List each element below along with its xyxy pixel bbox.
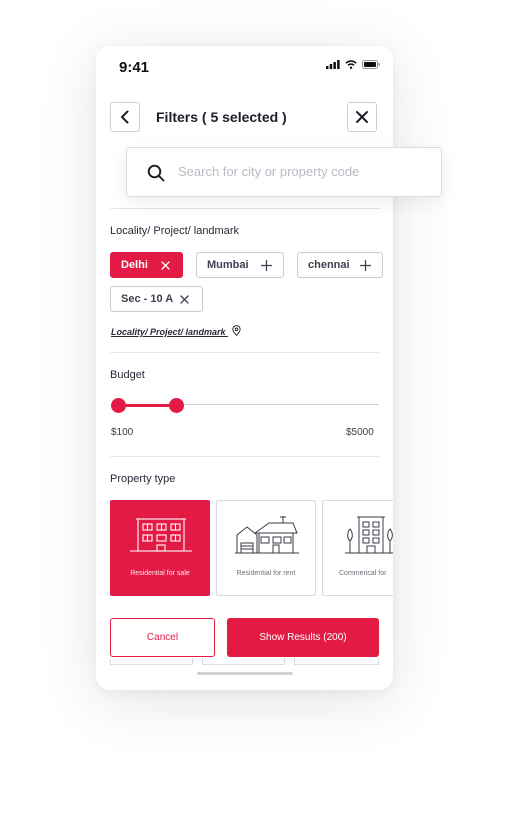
show-results-button[interactable]: Show Results (200) [227,618,379,657]
property-type-option-label: Residential for rent [236,570,296,577]
divider [110,208,379,209]
property-type-residential-rent[interactable]: Residential for rent [216,500,316,596]
location-pin-icon [232,325,241,337]
chip-label: Delhi [121,259,148,271]
budget-label: Budget [110,369,145,381]
divider [110,352,379,353]
close-button[interactable] [347,102,377,132]
phone-frame: 9:41 Filters ( 5 selected ) Locality/ Pr… [96,46,393,690]
battery-icon [362,60,380,69]
add-icon[interactable] [360,260,371,271]
close-icon [356,111,368,123]
budget-slider-fill [118,404,176,407]
hidden-card-edge [202,658,285,665]
locality-link-text: Locality/ Project/ landmark [111,327,226,337]
page-title: Filters ( 5 selected ) [156,109,287,125]
budget-max-label: $5000 [346,427,374,438]
locality-chip-chennai[interactable]: chennai [297,252,383,278]
locality-chip-delhi[interactable]: Delhi [110,252,183,278]
signal-icon [326,60,340,69]
locality-chip-sec-10a[interactable]: Sec - 10 A [110,286,203,312]
chip-label: Mumbai [207,259,249,271]
chip-label: chennai [308,259,350,271]
apartment-building-icon [130,518,192,552]
status-icons [326,60,380,69]
home-indicator [197,672,293,675]
house-icon [235,516,299,554]
search-icon [147,164,165,182]
chip-label: Sec - 10 A [121,293,174,305]
budget-min-label: $100 [111,427,134,438]
back-button[interactable] [110,102,140,132]
hidden-card-edge [294,658,379,665]
locality-label: Locality/ Project/ landmark [110,225,239,237]
property-type-residential-sale[interactable]: Residential for sale [110,500,210,596]
hidden-card-edge [110,658,193,665]
property-type-option-label: Commerical for [339,570,387,577]
budget-slider-max-thumb[interactable] [169,398,184,413]
divider [110,456,379,457]
property-type-commercial[interactable]: Commerical for [322,500,393,596]
commercial-building-icon [345,516,393,554]
search-bar[interactable]: Search for city or property code [126,147,442,197]
locality-chip-mumbai[interactable]: Mumbai [196,252,284,278]
chevron-left-icon [121,110,129,124]
remove-icon[interactable] [180,295,189,304]
wifi-icon [345,60,357,69]
cancel-button[interactable]: Cancel [110,618,215,657]
search-input[interactable]: Search for city or property code [178,164,359,179]
add-icon[interactable] [261,260,272,271]
locality-link[interactable]: Locality/ Project/ landmark [111,324,241,337]
budget-slider-min-thumb[interactable] [111,398,126,413]
status-time: 9:41 [119,59,150,76]
remove-icon[interactable] [161,261,170,270]
property-type-option-label: Residential for sale [130,570,190,577]
property-type-label: Property type [110,473,176,485]
